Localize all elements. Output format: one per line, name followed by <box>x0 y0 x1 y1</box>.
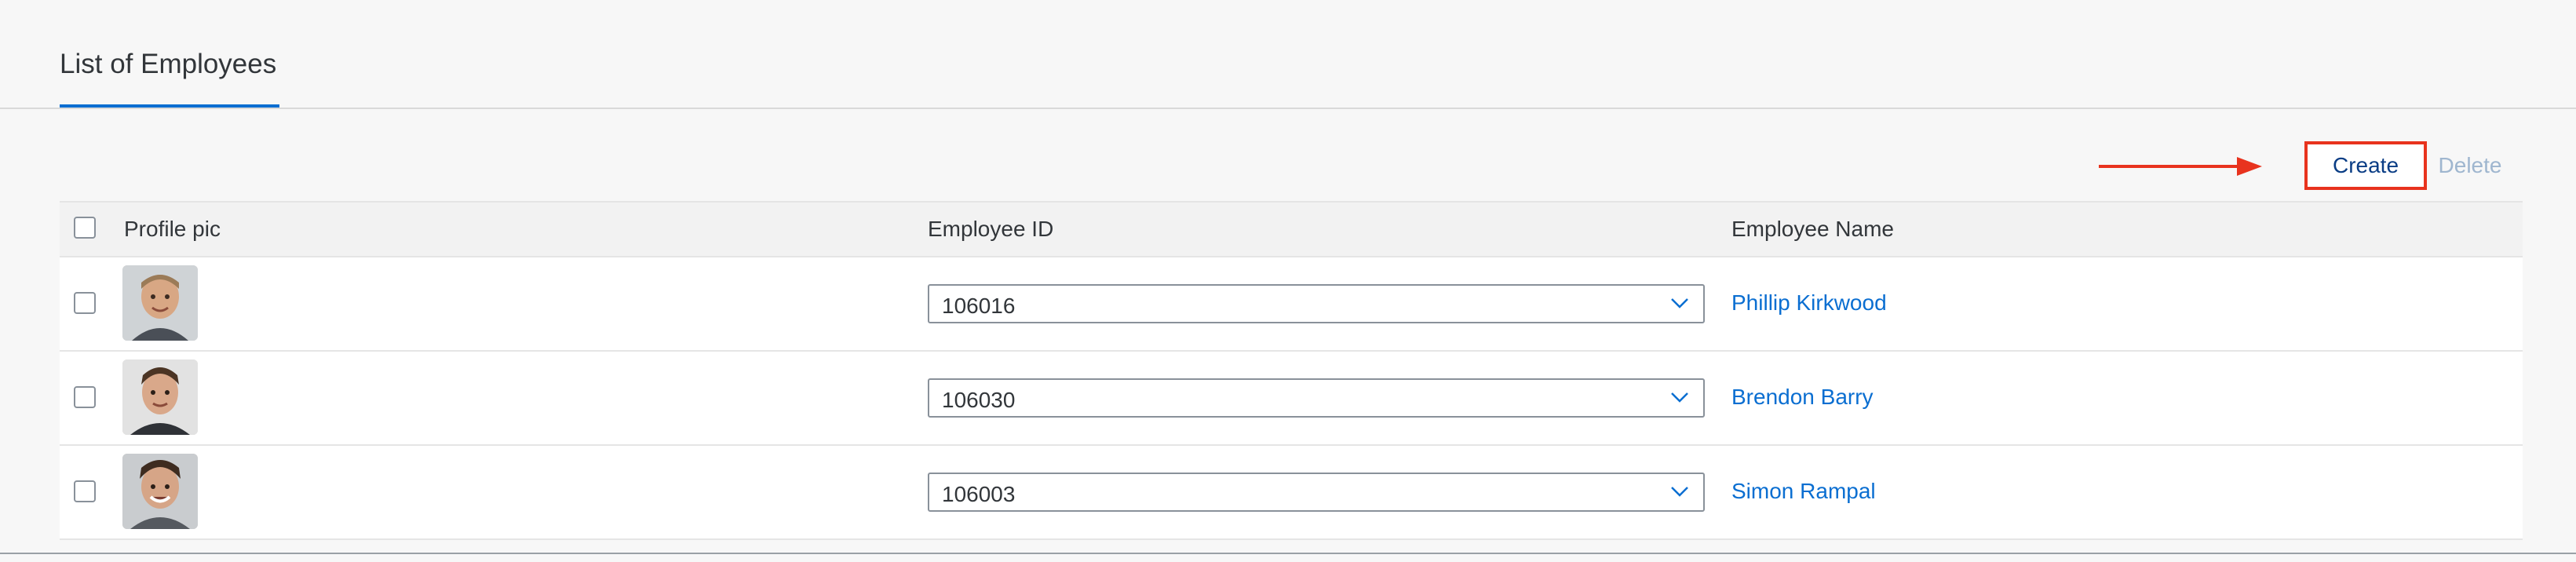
column-header-profile-pic[interactable]: Profile pic <box>124 217 221 242</box>
row-checkbox[interactable] <box>74 386 96 408</box>
row-checkbox[interactable] <box>74 292 96 314</box>
chevron-down-icon[interactable] <box>1670 297 1689 309</box>
employee-id-value: 106016 <box>942 294 1016 318</box>
bottom-divider <box>0 553 2576 554</box>
column-header-employee-name[interactable]: Employee Name <box>1731 217 1894 242</box>
employee-id-value: 106030 <box>942 388 1016 412</box>
chevron-down-icon[interactable] <box>1670 391 1689 403</box>
table-row[interactable]: 106003 Simon Rampal <box>60 446 2523 540</box>
chevron-down-icon[interactable] <box>1670 485 1689 498</box>
table-row[interactable]: 106016 Phillip Kirkwood <box>60 257 2523 352</box>
avatar <box>122 265 198 341</box>
avatar <box>122 359 198 435</box>
employee-name-link[interactable]: Brendon Barry <box>1731 385 1874 410</box>
select-all-checkbox[interactable] <box>74 217 96 239</box>
create-button[interactable]: Create <box>2304 141 2427 190</box>
delete-button[interactable]: Delete <box>2435 141 2505 190</box>
employee-name-link[interactable]: Phillip Kirkwood <box>1731 290 1887 316</box>
tab-selected-indicator <box>60 104 279 108</box>
employee-table: Profile pic Employee ID Employee Name 10… <box>60 201 2523 540</box>
table-header: Profile pic Employee ID Employee Name <box>60 201 2523 257</box>
employee-id-value: 106003 <box>942 482 1016 506</box>
tab-list-of-employees[interactable]: List of Employees <box>60 49 276 80</box>
employee-id-select[interactable]: 106016 <box>928 284 1705 323</box>
employee-id-select[interactable]: 106030 <box>928 378 1705 418</box>
column-header-employee-id[interactable]: Employee ID <box>928 217 1053 242</box>
employee-id-select[interactable]: 106003 <box>928 473 1705 512</box>
arrow-right-icon <box>2099 157 2262 176</box>
table-row[interactable]: 106030 Brendon Barry <box>60 352 2523 446</box>
tab-bar: List of Employees <box>0 0 2576 109</box>
avatar <box>122 454 198 529</box>
employee-name-link[interactable]: Simon Rampal <box>1731 479 1876 504</box>
row-checkbox[interactable] <box>74 480 96 502</box>
employee-list-page: List of Employees Create Delete Profile … <box>0 0 2576 562</box>
